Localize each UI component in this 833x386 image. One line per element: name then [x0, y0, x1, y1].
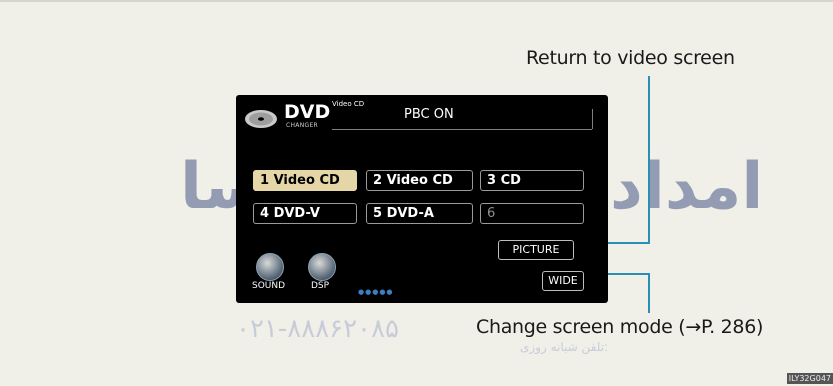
- dvd-logo-sub: CHANGER: [286, 122, 319, 129]
- pbc-status: PBC ON: [404, 107, 454, 122]
- sound-label: SOUND: [252, 281, 286, 291]
- dvd-changer-screen: DVD CHANGER Video CD PBC ON 1 Video CD 2…: [236, 95, 608, 303]
- disc-button-4[interactable]: 4 DVD-V: [253, 203, 357, 224]
- wide-button[interactable]: WIDE: [542, 271, 584, 291]
- disc-button-2[interactable]: 2 Video CD: [366, 170, 473, 191]
- page-indicator: ●●●●●: [358, 288, 394, 296]
- callout-return-label: Return to video screen: [526, 47, 735, 69]
- dsp-icon[interactable]: [308, 253, 336, 281]
- dsp-label: DSP: [311, 281, 330, 291]
- header-divider-right: [592, 109, 593, 129]
- source-mode-label: Video CD: [332, 100, 365, 108]
- watermark-phone: ۰۲۱-۸۸۸۶۲۰۸۵: [236, 314, 399, 344]
- sound-icon[interactable]: [256, 253, 284, 281]
- header-divider: [332, 129, 592, 130]
- disc-button-6[interactable]: 6: [480, 203, 584, 224]
- callout-mode-label: Change screen mode (→P. 286): [476, 316, 764, 338]
- picture-button[interactable]: PICTURE: [498, 240, 574, 260]
- watermark-phone-caption: تلفن شبانه روزی:: [520, 340, 609, 354]
- disc-button-3[interactable]: 3 CD: [480, 170, 584, 191]
- callout-mode-line-vertical: [648, 273, 650, 313]
- dvd-logo-text: DVD: [284, 101, 331, 123]
- top-rule: [0, 0, 833, 2]
- figure-code: ILY32G047: [786, 373, 833, 384]
- callout-return-line-vertical: [648, 76, 650, 243]
- disc-button-5[interactable]: 5 DVD-A: [366, 203, 473, 224]
- disc-icon: [245, 110, 277, 128]
- disc-button-1[interactable]: 1 Video CD: [253, 170, 357, 191]
